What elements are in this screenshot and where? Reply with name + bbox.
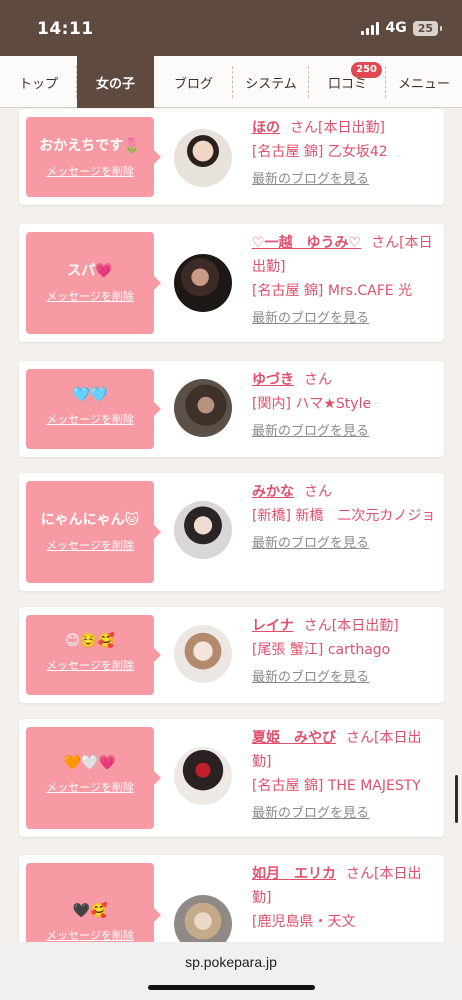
tab-label: トップ xyxy=(18,76,58,92)
url-text: sp.pokepara.jp xyxy=(185,954,277,970)
shop-info: [名古屋 錦] 乙女坂42 xyxy=(252,144,388,160)
shop-info: [名古屋 錦] THE MAJESTY xyxy=(252,778,421,794)
avatar[interactable] xyxy=(174,254,232,312)
message-bubble: 🧡🤍💗 メッセージを削除 xyxy=(26,727,161,829)
girl-name-link[interactable]: レイナ xyxy=(252,618,294,634)
signal-icon xyxy=(361,21,380,35)
shop-info: [尾張 蟹江] carthago xyxy=(252,642,391,658)
list-item: 🩵🩵 メッセージを削除 ゆづき さん [関内] ハマ★Style 最新のブログを見… xyxy=(19,361,444,457)
message-bubble: 🩵🩵 メッセージを削除 xyxy=(26,369,161,449)
message-text: スパ💗 xyxy=(67,263,113,279)
delete-message-link[interactable]: メッセージを削除 xyxy=(26,927,154,942)
delete-message-link[interactable]: メッセージを削除 xyxy=(26,411,154,427)
tab-label: システム xyxy=(245,76,297,92)
tab-top[interactable]: トップ xyxy=(0,56,77,108)
list-item: にゃんにゃん🐱 メッセージを削除 みかな さん [新橋] 新橋 二次元カノジョ 最… xyxy=(19,473,444,591)
girl-name-link[interactable]: 夏姫 みやび xyxy=(252,730,336,746)
status-tag: [本日出勤] xyxy=(318,120,385,136)
message-bubble: おかえちです🌷 メッセージを削除 xyxy=(26,117,161,197)
reviews-count-badge: 250 xyxy=(351,62,382,78)
latest-blog-link[interactable]: 最新のブログを見る xyxy=(252,307,438,331)
avatar[interactable] xyxy=(174,501,232,559)
latest-blog-link[interactable]: 最新のブログを見る xyxy=(252,666,438,690)
girl-name-link[interactable]: 如月 エリカ xyxy=(252,866,336,882)
delete-message-link[interactable]: メッセージを削除 xyxy=(26,163,154,179)
list-item: スパ💗 メッセージを削除 ♡一越 ゆうみ♡ さん[本日出勤] [名古屋 錦] Mr… xyxy=(19,224,444,342)
girl-info: 夏姫 みやび さん[本日出勤] [名古屋 錦] THE MAJESTY 最新のブロ… xyxy=(252,726,438,826)
message-bubble: 🖤🥰 メッセージを削除 xyxy=(26,863,161,942)
girl-name-link[interactable]: ゆづき xyxy=(252,372,294,388)
list-item: 🧡🤍💗 メッセージを削除 夏姫 みやび さん[本日出勤] [名古屋 錦] THE … xyxy=(19,719,444,837)
avatar[interactable] xyxy=(174,379,232,437)
tab-blog[interactable]: ブログ xyxy=(154,56,233,108)
honorific: さん xyxy=(290,120,318,136)
home-indicator[interactable] xyxy=(148,985,315,990)
girl-info: ほの さん[本日出勤] [名古屋 錦] 乙女坂42 最新のブログを見る xyxy=(252,116,438,192)
shop-info: [鹿児島県・天文 xyxy=(252,914,356,930)
shop-info: [新橋] 新橋 二次元カノジョ xyxy=(252,508,436,524)
status-bar: 14:11 4G 25 xyxy=(0,0,462,56)
tab-girls[interactable]: 女の子 xyxy=(77,56,154,108)
latest-blog-link[interactable]: 最新のブログを見る xyxy=(252,532,438,556)
main-nav: トップ 女の子 ブログ システム 口コミ 250 メニュー xyxy=(0,56,462,108)
avatar[interactable] xyxy=(174,747,232,805)
latest-blog-link[interactable]: 最新のブログを見る xyxy=(252,168,438,192)
honorific: さん xyxy=(304,372,332,388)
shop-info: [関内] ハマ★Style xyxy=(252,396,372,412)
girl-name-link[interactable]: みかな xyxy=(252,484,294,500)
honorific: さん xyxy=(371,235,400,251)
tab-system[interactable]: システム xyxy=(233,56,309,108)
avatar[interactable] xyxy=(174,129,232,187)
message-bubble: スパ💗 メッセージを削除 xyxy=(26,232,161,334)
delete-message-link[interactable]: メッセージを削除 xyxy=(26,779,154,795)
girl-info: レイナ さん[本日出勤] [尾張 蟹江] carthago 最新のブログを見る xyxy=(252,614,438,690)
message-text: 🩵🩵 xyxy=(72,387,108,403)
message-text: にゃんにゃん🐱 xyxy=(40,512,140,528)
latest-blog-link[interactable]: 最新のブログを見る xyxy=(252,802,438,826)
honorific: さん xyxy=(346,866,374,882)
message-text: 🧡🤍💗 xyxy=(63,755,117,771)
status-tag: [本日出勤] xyxy=(331,618,399,634)
latest-blog-link[interactable]: 最新のブログを見る xyxy=(252,420,438,444)
shop-info: [名古屋 錦] Mrs.CAFE 光 xyxy=(252,283,413,299)
avatar[interactable] xyxy=(174,625,232,683)
status-time: 14:11 xyxy=(37,19,94,39)
message-text: 🖤🥰 xyxy=(72,903,108,919)
message-list: おかえちです🌷 メッセージを削除 ほの さん[本日出勤] [名古屋 錦] 乙女坂4… xyxy=(0,109,462,942)
girl-info: ♡一越 ゆうみ♡ さん[本日出勤] [名古屋 錦] Mrs.CAFE 光 最新のブ… xyxy=(252,231,438,331)
tab-menu[interactable]: メニュー xyxy=(386,56,462,108)
girl-name-link[interactable]: ほの xyxy=(252,120,280,136)
girl-info: みかな さん [新橋] 新橋 二次元カノジョ 最新のブログを見る xyxy=(252,480,438,556)
battery-icon: 25 xyxy=(412,20,438,36)
girl-name-link[interactable]: ♡一越 ゆうみ♡ xyxy=(252,235,361,251)
tab-label: 女の子 xyxy=(95,76,135,92)
list-item: 😊☺️🥰 メッセージを削除 レイナ さん[本日出勤] [尾張 蟹江] cartha… xyxy=(19,607,444,703)
message-text: おかえちです🌷 xyxy=(39,138,141,154)
message-text: 😊☺️🥰 xyxy=(65,633,115,649)
girl-info: 如月 エリカ さん[本日出勤] [鹿児島県・天文 xyxy=(252,862,438,934)
delete-message-link[interactable]: メッセージを削除 xyxy=(26,288,154,304)
message-bubble: 😊☺️🥰 メッセージを削除 xyxy=(26,615,161,695)
girl-info: ゆづき さん [関内] ハマ★Style 最新のブログを見る xyxy=(252,368,438,444)
delete-message-link[interactable]: メッセージを削除 xyxy=(26,657,154,673)
message-bubble: にゃんにゃん🐱 メッセージを削除 xyxy=(26,481,161,583)
avatar[interactable] xyxy=(174,895,232,942)
tab-label: メニュー xyxy=(397,76,450,92)
status-indicators: 4G 25 xyxy=(361,20,442,36)
list-item: おかえちです🌷 メッセージを削除 ほの さん[本日出勤] [名古屋 錦] 乙女坂4… xyxy=(19,109,444,205)
tab-label: ブログ xyxy=(173,76,213,92)
browser-url-bar[interactable]: sp.pokepara.jp xyxy=(0,942,462,1000)
honorific: さん xyxy=(304,484,332,500)
list-item: 🖤🥰 メッセージを削除 如月 エリカ さん[本日出勤] [鹿児島県・天文 xyxy=(19,855,444,942)
honorific: さん xyxy=(303,618,332,634)
battery-nub xyxy=(440,25,442,31)
network-label: 4G xyxy=(385,20,407,36)
tab-reviews[interactable]: 口コミ 250 xyxy=(309,56,386,108)
scrollbar[interactable] xyxy=(455,775,458,823)
delete-message-link[interactable]: メッセージを削除 xyxy=(26,537,154,553)
honorific: さん xyxy=(346,730,374,746)
